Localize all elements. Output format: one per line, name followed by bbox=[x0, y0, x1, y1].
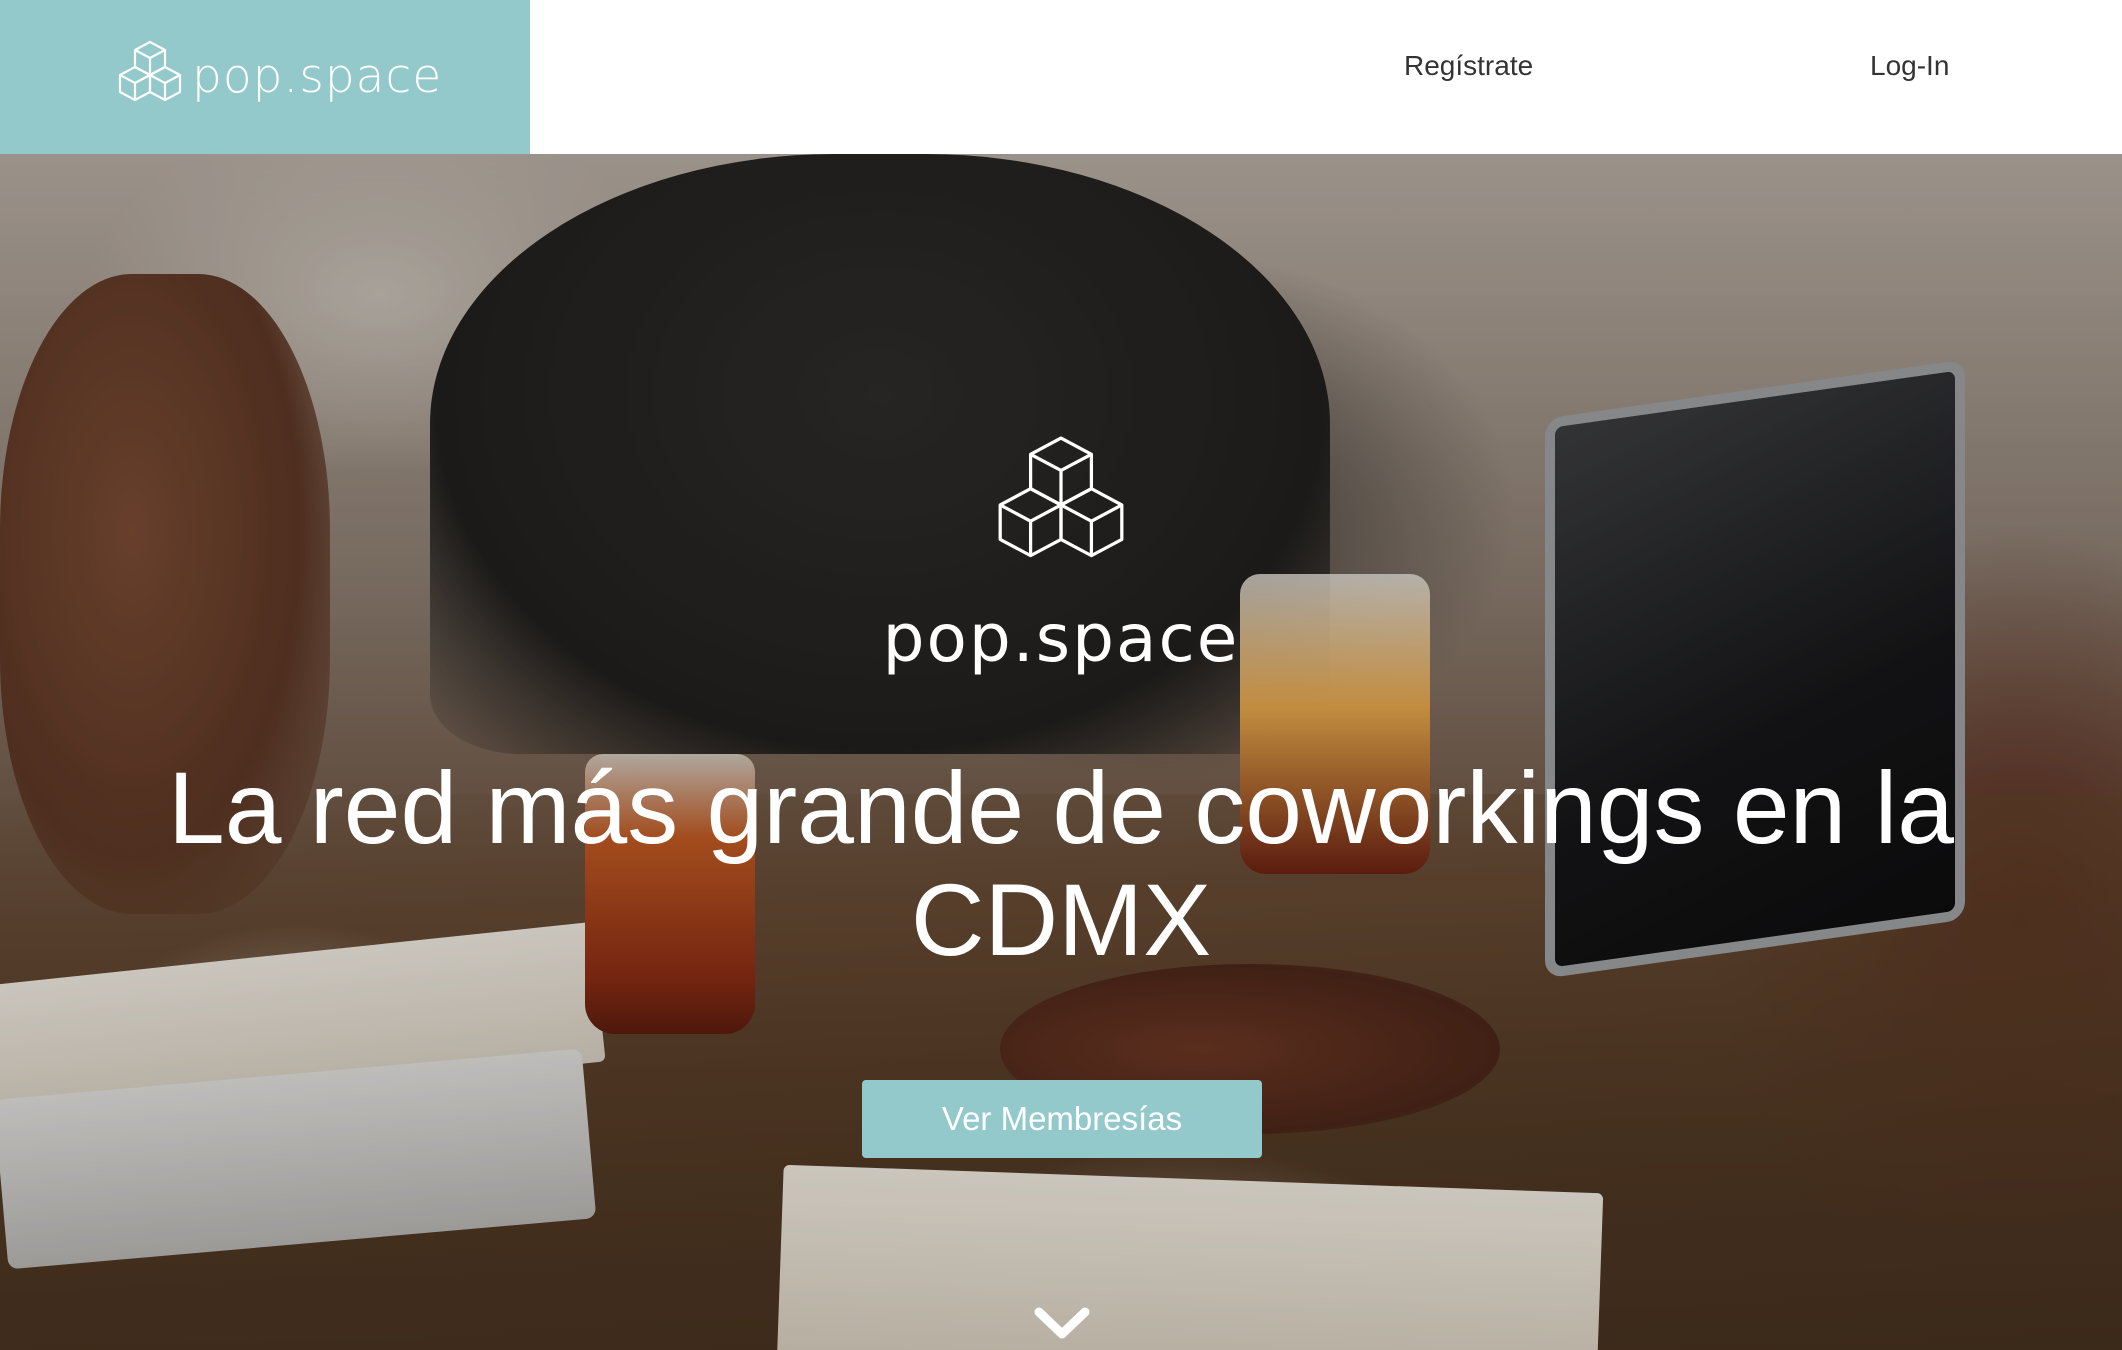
page: pop.space Regístrate Log-In pop.space La… bbox=[0, 0, 2122, 1350]
chevron-down-icon[interactable] bbox=[1033, 1304, 1091, 1344]
view-memberships-button[interactable]: Ver Membresías bbox=[862, 1080, 1262, 1158]
hero-section: pop.space La red más grande de coworking… bbox=[0, 154, 2122, 1350]
cubes-logo-icon bbox=[118, 40, 182, 102]
hero-headline: La red más grande de coworkings en la CD… bbox=[167, 751, 1955, 977]
nav-register-link[interactable]: Regístrate bbox=[1404, 50, 1533, 82]
hero-content: pop.space La red más grande de coworking… bbox=[0, 154, 2122, 1350]
hero-brand-name: pop.space bbox=[882, 600, 1240, 677]
brand-home-link[interactable]: pop.space bbox=[0, 0, 530, 154]
site-header: pop.space Regístrate Log-In bbox=[0, 0, 2122, 154]
nav-login-link[interactable]: Log-In bbox=[1870, 50, 1949, 82]
brand-name: pop.space bbox=[192, 48, 443, 104]
cubes-logo-icon bbox=[998, 436, 1124, 558]
